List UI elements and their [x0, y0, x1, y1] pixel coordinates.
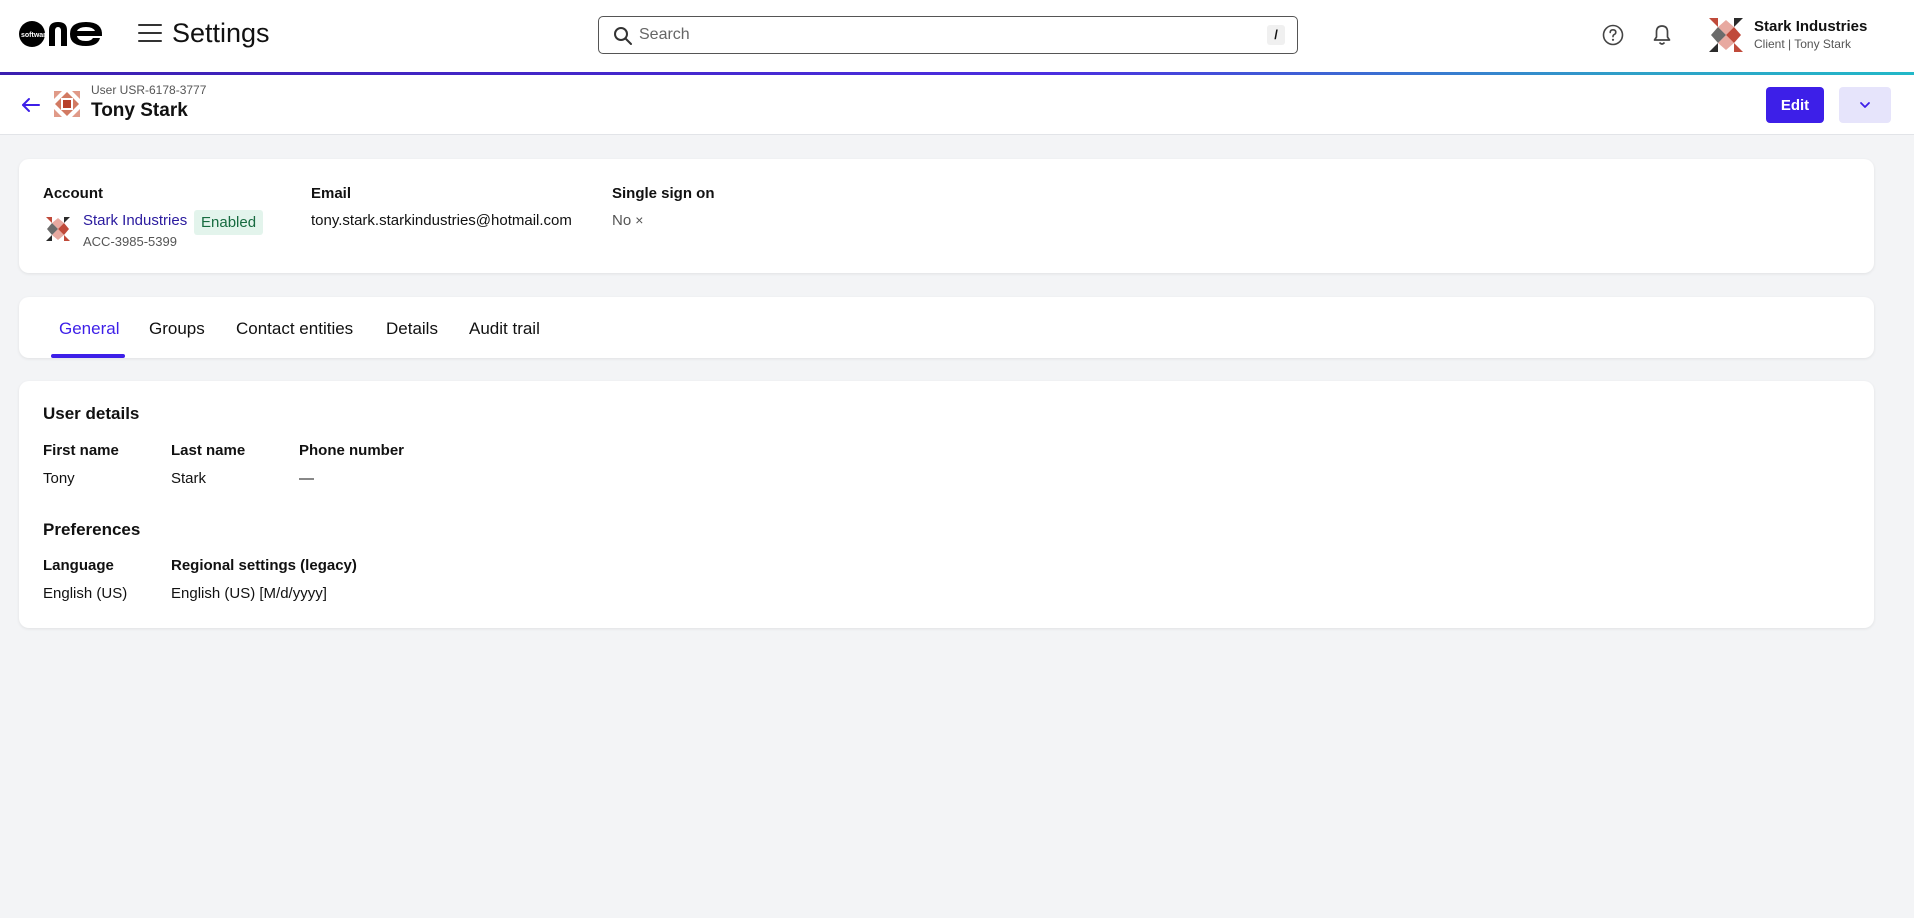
close-icon: × [635, 212, 644, 228]
record-id: User USR-6178-3777 [91, 83, 207, 97]
user-details-title: User details [43, 404, 140, 423]
logo[interactable]: software [18, 16, 104, 52]
first-name-label: First name [43, 442, 119, 459]
search-shortcut-hint: / [1267, 25, 1285, 45]
preferences-title: Preferences [43, 520, 141, 539]
tab-groups[interactable]: Groups [149, 319, 205, 339]
last-name-label: Last name [171, 442, 246, 459]
tab-contact-entities[interactable]: Contact entities [236, 319, 353, 339]
last-name-value: Stark [171, 470, 207, 487]
language-value: English (US) [43, 585, 128, 602]
back-arrow-icon[interactable] [20, 95, 42, 115]
tab-general[interactable]: General [59, 319, 119, 339]
regional-settings-value: English (US) [M/d/yyyy] [171, 585, 327, 602]
search-input[interactable] [639, 17, 1239, 53]
search-box[interactable]: / [598, 16, 1298, 54]
first-name-value: Tony [43, 470, 75, 487]
tab-details[interactable]: Details [386, 319, 438, 339]
edit-button[interactable]: Edit [1766, 87, 1824, 123]
search-icon [614, 27, 632, 45]
top-bar: software Settings / Stark Industries Cli… [0, 0, 1914, 72]
account-label: Account [43, 185, 103, 202]
email-label: Email [311, 185, 352, 202]
email-value: tony.stark.starkindustries@hotmail.com [311, 212, 572, 229]
page-title: Tony Stark [91, 100, 188, 121]
bell-icon[interactable] [1651, 23, 1673, 47]
app-title: Settings [172, 18, 270, 48]
tab-audit-trail[interactable]: Audit trail [469, 319, 540, 339]
language-label: Language [43, 557, 114, 574]
account-link[interactable]: Stark Industries [83, 212, 187, 229]
help-icon[interactable] [1602, 24, 1624, 46]
svg-text:software: software [21, 32, 50, 39]
chevron-down-icon [1860, 102, 1870, 108]
summary-card: Account Stark Industries Enabled ACC-398… [19, 159, 1874, 273]
org-subtitle: Client | Tony Stark [1754, 37, 1851, 51]
org-name[interactable]: Stark Industries [1754, 18, 1867, 35]
org-avatar[interactable] [1709, 18, 1743, 52]
tabs-bar: General Groups Contact entities Details … [19, 297, 1874, 358]
sso-value: No × [612, 212, 643, 229]
user-avatar [54, 91, 80, 117]
more-actions-button[interactable] [1839, 87, 1891, 123]
status-badge: Enabled [194, 210, 264, 235]
account-id: ACC-3985-5399 [83, 234, 177, 249]
phone-value: — [299, 470, 314, 487]
page-header: User USR-6178-3777 Tony Stark Edit [0, 75, 1914, 135]
active-tab-indicator [51, 354, 125, 358]
sso-label: Single sign on [612, 185, 715, 202]
sso-value-text: No [612, 212, 632, 229]
regional-settings-label: Regional settings (legacy) [171, 557, 357, 574]
hamburger-icon[interactable] [138, 24, 162, 44]
user-details-card: User details First name Tony Last name S… [19, 381, 1874, 628]
phone-label: Phone number [299, 442, 405, 459]
account-avatar [46, 217, 70, 241]
